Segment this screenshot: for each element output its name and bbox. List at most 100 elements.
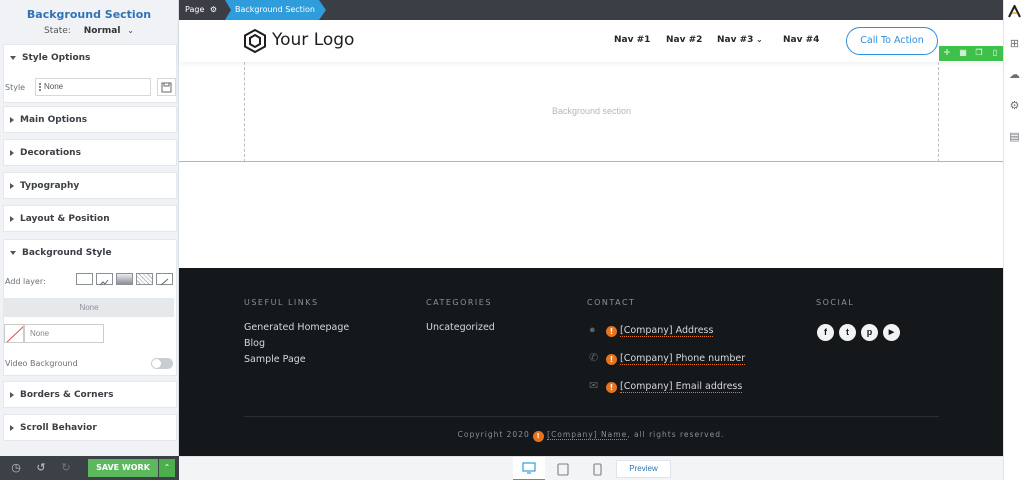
color-input[interactable]: None: [24, 324, 104, 343]
state-value[interactable]: Normal: [84, 26, 121, 36]
layer-image-button[interactable]: [96, 273, 113, 286]
history-icon[interactable]: ◷: [10, 462, 22, 474]
site-footer: USEFUL LINKS Generated Homepage Blog Sam…: [179, 268, 1003, 456]
nav-item-3[interactable]: Nav #3: [717, 35, 753, 45]
undo-icon[interactable]: ↺: [35, 462, 47, 474]
state-selector[interactable]: State: Normal ⌄: [0, 26, 178, 36]
cloud-download-icon[interactable]: ☁: [1008, 69, 1021, 82]
edit-icon: [160, 278, 169, 286]
save-style-button[interactable]: [157, 78, 176, 96]
logo-icon: [244, 29, 266, 53]
no-color-icon: [6, 326, 23, 342]
footer-link-homepage[interactable]: Generated Homepage: [244, 322, 349, 333]
gear-icon[interactable]: ⚙: [1008, 100, 1021, 113]
section-label: Background Style: [22, 248, 112, 258]
device-bar: Preview: [179, 456, 1003, 480]
section-borders-corners[interactable]: Borders & Corners: [3, 381, 177, 408]
nav-item-2[interactable]: Nav #2: [666, 35, 702, 45]
add-layer-label: Add layer:: [5, 277, 46, 286]
copyright-prefix: Copyright 2020: [457, 430, 530, 439]
layer-list-empty: None: [4, 298, 174, 317]
section-label: Borders & Corners: [20, 390, 114, 400]
page-canvas: Your Logo Nav #1 Nav #2 Nav #3 ⌄ Nav #4 …: [179, 20, 1003, 456]
gear-icon[interactable]: ⚙: [210, 5, 217, 14]
section-style-options: Style Options Style None: [3, 44, 177, 103]
duplicate-icon[interactable]: ❐: [974, 48, 984, 58]
caret-right-icon: [10, 216, 14, 222]
section-header-background-style[interactable]: Background Style: [4, 240, 176, 266]
panel-header: Background Section State: Normal ⌄: [0, 0, 178, 43]
chevron-down-icon[interactable]: ⌄: [756, 35, 763, 44]
app-logo-icon: [1008, 5, 1021, 18]
copyright: Copyright 2020 ! [Company] Name, all righ…: [179, 430, 1003, 442]
mail-icon: ✉: [589, 380, 599, 392]
section-typography[interactable]: Typography: [3, 172, 177, 199]
save-work-button[interactable]: SAVE WORK: [88, 459, 158, 477]
twitter-icon[interactable]: t: [839, 324, 856, 341]
move-icon[interactable]: ✛: [942, 48, 952, 58]
contact-phone[interactable]: ! [Company] Phone number: [606, 353, 746, 365]
section-main-options[interactable]: Main Options: [3, 106, 177, 133]
footer-link-blog[interactable]: Blog: [244, 338, 265, 349]
section-label: Layout & Position: [20, 214, 110, 224]
site-header: Your Logo Nav #1 Nav #2 Nav #3 ⌄ Nav #4 …: [179, 20, 1003, 62]
desktop-icon: [522, 462, 536, 474]
layer-pattern-button[interactable]: [136, 273, 153, 285]
footer-link-sample-page[interactable]: Sample Page: [244, 354, 306, 365]
background-section[interactable]: Background section: [244, 62, 939, 162]
style-select[interactable]: None: [35, 78, 151, 96]
warning-icon: !: [606, 382, 617, 393]
section-layout-position[interactable]: Layout & Position: [3, 205, 177, 232]
contact-phone-text: [Company] Phone number: [620, 353, 746, 365]
section-label: Main Options: [20, 115, 88, 125]
warning-icon: !: [606, 354, 617, 365]
save-options-button[interactable]: ⌃: [159, 459, 175, 477]
tablet-view-button[interactable]: [547, 457, 579, 480]
facebook-icon[interactable]: f: [817, 324, 834, 341]
color-swatch[interactable]: [4, 324, 24, 343]
breadcrumb-page-label: Page: [185, 5, 205, 14]
redo-icon[interactable]: ↻: [60, 462, 72, 474]
nav-item-1[interactable]: Nav #1: [614, 35, 650, 45]
desktop-view-button[interactable]: [513, 457, 545, 480]
contact-heading: CONTACT: [587, 298, 636, 307]
footer-category[interactable]: Uncategorized: [426, 322, 495, 333]
copyright-suffix: , all rights reserved.: [627, 430, 725, 439]
section-label: Decorations: [20, 148, 81, 158]
pinterest-icon[interactable]: p: [861, 324, 878, 341]
social-heading: SOCIAL: [816, 298, 855, 307]
contact-email-text: [Company] Email address: [620, 381, 743, 393]
contact-email[interactable]: ! [Company] Email address: [606, 381, 743, 393]
settings-icon[interactable]: ▦: [958, 48, 968, 58]
mobile-view-button[interactable]: [581, 457, 613, 480]
layer-color-button[interactable]: [76, 273, 93, 285]
copyright-company[interactable]: [Company] Name: [547, 430, 628, 440]
section-scroll-behavior[interactable]: Scroll Behavior: [3, 414, 177, 441]
paint-icon[interactable]: ▤: [1008, 131, 1021, 144]
background-section-label: Background section: [551, 106, 632, 116]
editor-app: Background Section State: Normal ⌄ Style…: [0, 0, 1024, 480]
breadcrumb-page[interactable]: Page ⚙: [185, 0, 217, 20]
breadcrumb: Page ⚙ Background Section: [179, 0, 1003, 20]
preview-button[interactable]: Preview: [616, 460, 671, 478]
video-background-toggle[interactable]: [151, 358, 173, 369]
contact-address-text: [Company] Address: [620, 325, 714, 337]
delete-icon[interactable]: ▯: [990, 48, 1000, 58]
panel-title: Background Section: [26, 8, 152, 21]
layer-gradient-button[interactable]: [116, 273, 133, 285]
caret-right-icon: [10, 183, 14, 189]
contact-address[interactable]: ! [Company] Address: [606, 325, 714, 337]
video-background-label: Video Background: [5, 359, 78, 368]
nav-item-4[interactable]: Nav #4: [783, 35, 819, 45]
breadcrumb-active[interactable]: Background Section: [225, 0, 326, 20]
site-logo[interactable]: Your Logo: [272, 30, 354, 50]
youtube-icon[interactable]: ▶: [883, 324, 900, 341]
section-decorations[interactable]: Decorations: [3, 139, 177, 166]
section-header-style-options[interactable]: Style Options: [4, 45, 176, 71]
warning-icon: !: [533, 431, 545, 442]
cta-button[interactable]: Call To Action: [846, 27, 938, 55]
add-element-icon[interactable]: ⊞: [1008, 38, 1021, 51]
caret-down-icon: [10, 56, 16, 60]
layer-custom-button[interactable]: [156, 273, 173, 286]
section-outline: [179, 161, 1003, 162]
